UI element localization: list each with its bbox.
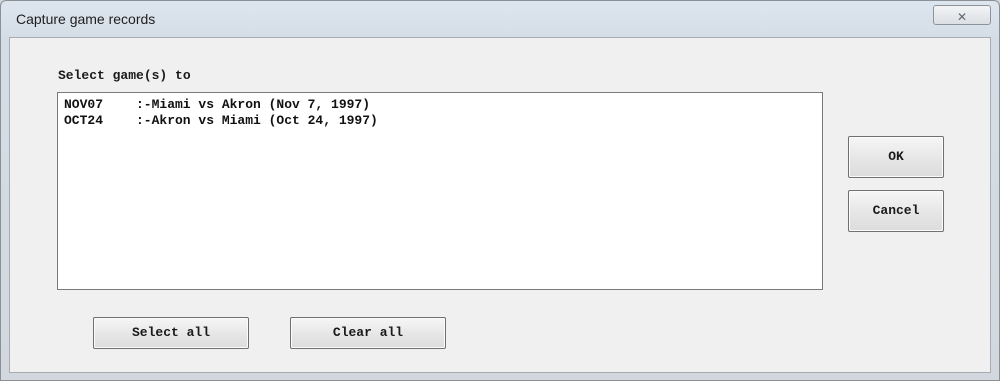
game-listbox[interactable]: NOV07 :-Miami vs Akron (Nov 7, 1997) OCT… bbox=[57, 92, 823, 290]
cancel-button[interactable]: Cancel bbox=[848, 190, 944, 232]
list-item[interactable]: OCT24 :-Akron vs Miami (Oct 24, 1997) bbox=[64, 113, 822, 129]
game-description: :-Akron vs Miami (Oct 24, 1997) bbox=[136, 113, 378, 128]
list-item[interactable]: NOV07 :-Miami vs Akron (Nov 7, 1997) bbox=[64, 97, 822, 113]
dialog-window: Capture game records ✕ Select game(s) to… bbox=[0, 0, 1000, 381]
window-title: Capture game records bbox=[16, 11, 156, 27]
close-icon: ✕ bbox=[956, 10, 968, 24]
dialog-client-area: Select game(s) to NOV07 :-Miami vs Akron… bbox=[9, 37, 991, 373]
game-code: NOV07 bbox=[64, 97, 104, 112]
prompt-label: Select game(s) to bbox=[58, 68, 191, 83]
close-button[interactable]: ✕ bbox=[933, 5, 991, 25]
title-bar[interactable]: Capture game records ✕ bbox=[1, 1, 999, 41]
ok-button[interactable]: OK bbox=[848, 136, 944, 178]
game-description: :-Miami vs Akron (Nov 7, 1997) bbox=[136, 97, 371, 112]
select-all-button[interactable]: Select all bbox=[93, 317, 249, 349]
clear-all-button[interactable]: Clear all bbox=[290, 317, 446, 349]
game-code: OCT24 bbox=[64, 113, 104, 128]
